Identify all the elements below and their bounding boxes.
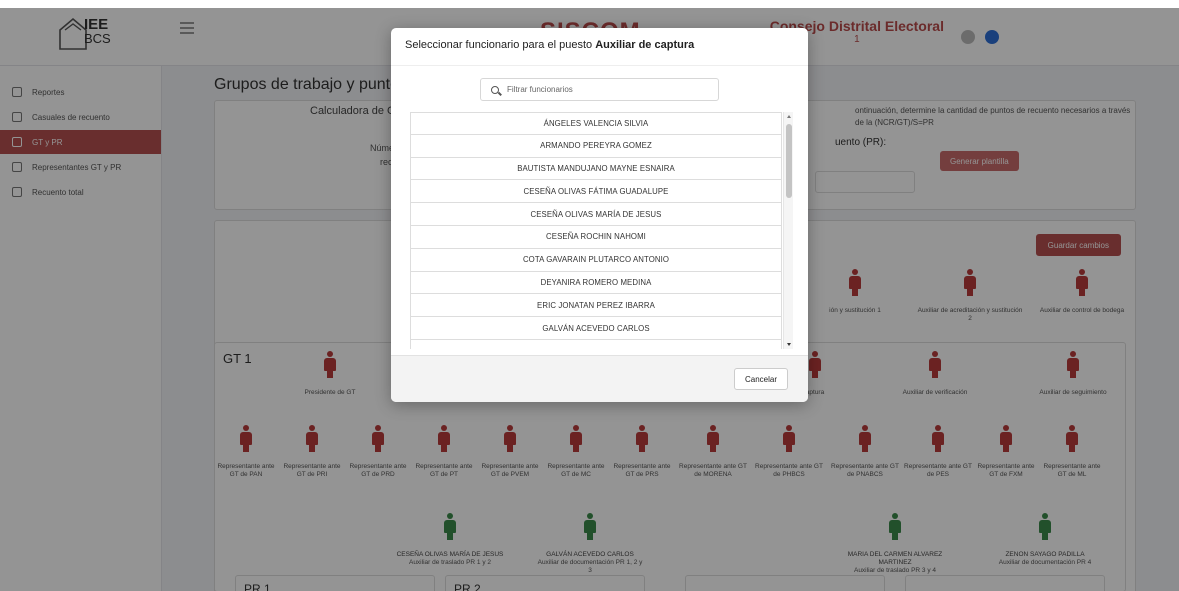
- list-item[interactable]: ÁNGELES VALENCIA SILVIA: [411, 112, 782, 135]
- select-official-modal: Seleccionar funcionario para el puesto A…: [391, 28, 808, 402]
- officials-items: ÁNGELES VALENCIA SILVIA ARMANDO PEREYRA …: [410, 112, 782, 349]
- list-item[interactable]: BAUTISTA MANDUJANO MAYNE ESNAIRA: [411, 157, 782, 181]
- list-item[interactable]: DEYANIRA ROMERO MEDINA: [411, 271, 782, 295]
- list-scrollbar[interactable]: [783, 112, 793, 349]
- scroll-down-icon[interactable]: [787, 343, 791, 346]
- cancel-button[interactable]: Cancelar: [733, 368, 788, 390]
- list-item[interactable]: CESEÑA OLIVAS MARÍA DE JESUS: [411, 203, 782, 226]
- modal-footer: Cancelar: [391, 355, 808, 402]
- list-item[interactable]: CESEÑA OLIVAS FÁTIMA GUADALUPE: [411, 180, 782, 204]
- modal-title: Seleccionar funcionario para el puesto A…: [391, 28, 808, 66]
- list-item[interactable]: [411, 339, 782, 349]
- scroll-thumb[interactable]: [786, 124, 792, 198]
- list-item[interactable]: COTA GAVARAIN PLUTARCO ANTONIO: [411, 248, 782, 272]
- filter-officials-input[interactable]: Filtrar funcionarios: [480, 78, 719, 101]
- list-item[interactable]: ARMANDO PEREYRA GOMEZ: [411, 134, 782, 158]
- list-item[interactable]: ERIC JONATAN PEREZ IBARRA: [411, 294, 782, 318]
- search-icon: [491, 85, 499, 94]
- list-item[interactable]: CESEÑA ROCHIN NAHOMI: [411, 225, 782, 249]
- officials-list[interactable]: ÁNGELES VALENCIA SILVIA ARMANDO PEREYRA …: [410, 112, 793, 349]
- list-item[interactable]: GALVÁN ACEVEDO CARLOS: [411, 317, 782, 340]
- scroll-up-icon[interactable]: [787, 115, 791, 118]
